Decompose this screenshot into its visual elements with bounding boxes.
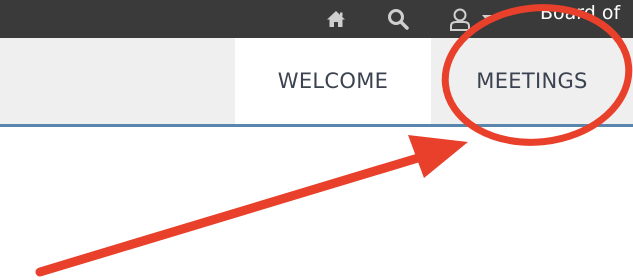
search-icon[interactable]	[387, 0, 409, 38]
arrow-shaft	[35, 153, 423, 277]
top-bar: Board of	[0, 0, 633, 38]
caret-down-icon[interactable]	[482, 0, 494, 38]
org-title: Board of	[540, 2, 621, 24]
tab-meetings[interactable]: MEETINGS	[431, 38, 633, 124]
arrow-head	[408, 135, 468, 178]
main-nav: WELCOME MEETINGS	[0, 38, 633, 127]
user-icon[interactable]	[448, 0, 472, 38]
tab-welcome[interactable]: WELCOME	[235, 38, 431, 124]
home-icon[interactable]	[326, 0, 346, 38]
